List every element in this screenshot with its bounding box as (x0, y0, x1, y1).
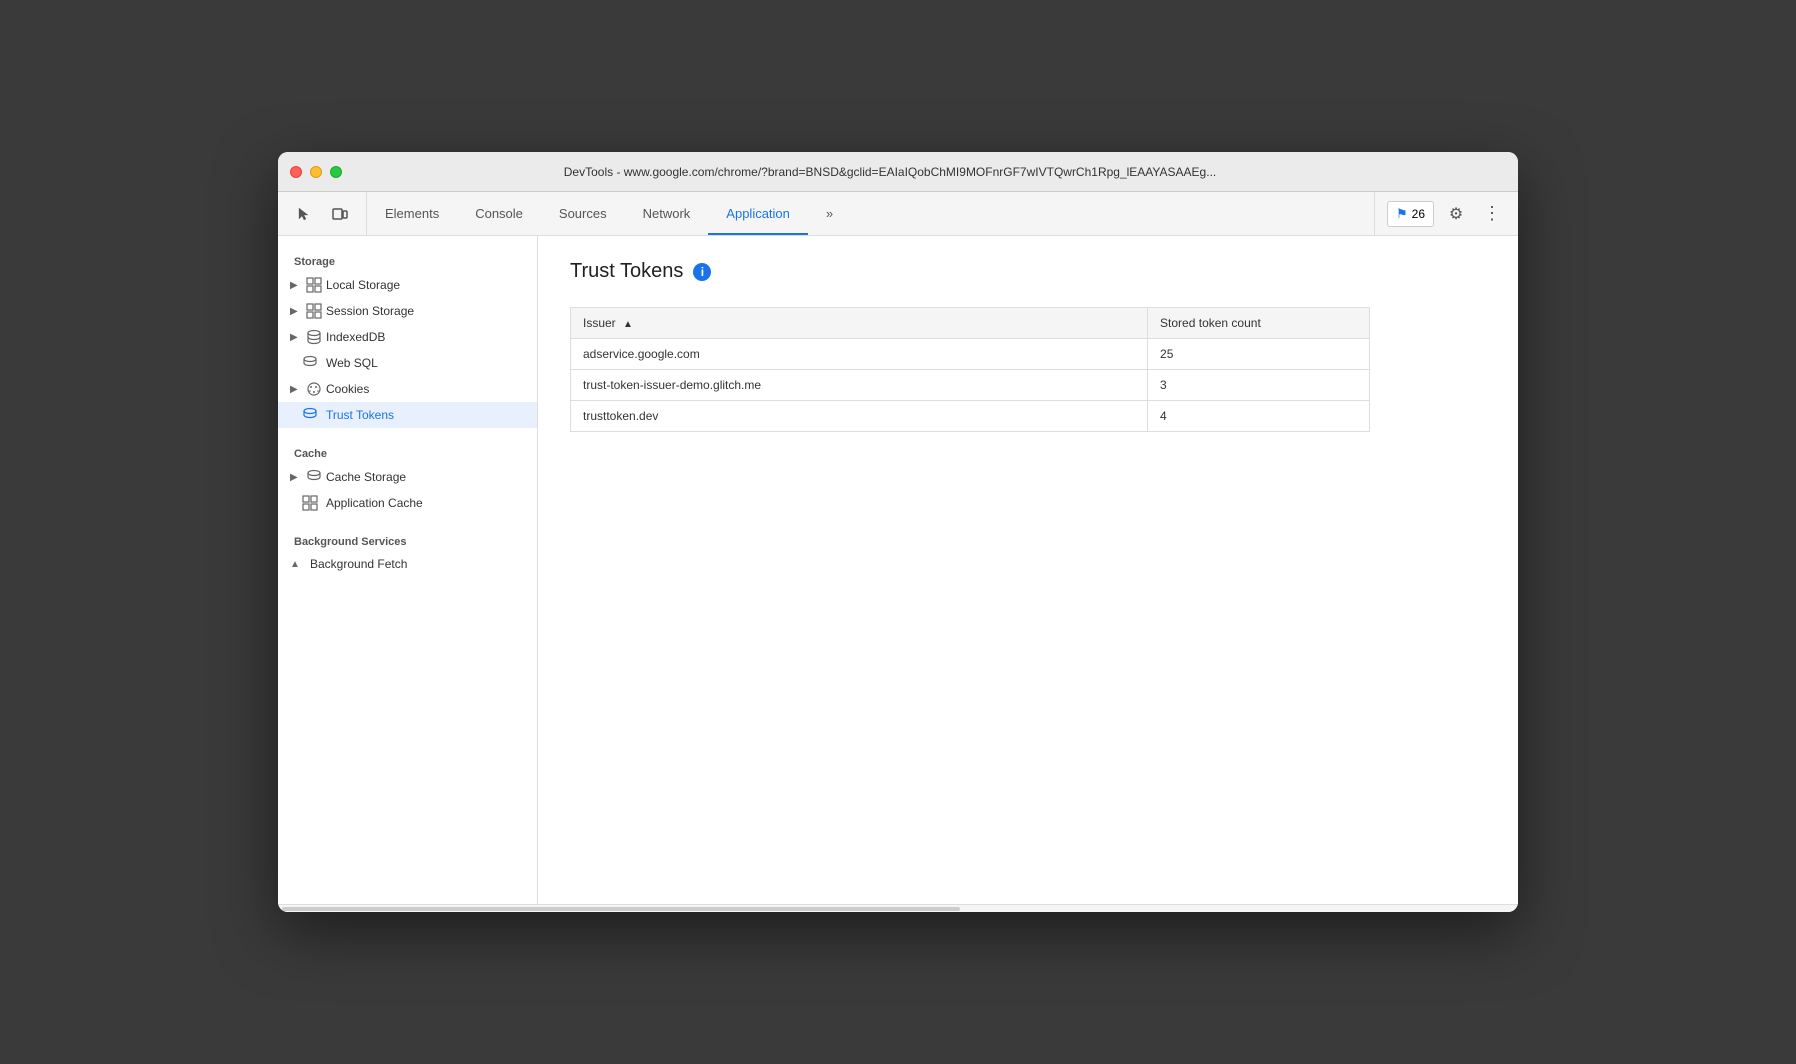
sidebar-item-cache-storage[interactable]: ▶ Cache Storage (278, 464, 537, 490)
indexeddb-label: IndexedDB (326, 330, 385, 344)
cache-section-label: Cache (278, 440, 537, 464)
indexeddb-icon (306, 329, 322, 345)
chevron-up-icon: ▲ (290, 559, 302, 570)
table-row: trust-token-issuer-demo.glitch.me 3 (571, 370, 1370, 401)
settings-button[interactable]: ⚙ (1442, 200, 1470, 228)
chevron-right-icon: ▶ (290, 472, 302, 483)
devtools-window: DevTools - www.google.com/chrome/?brand=… (278, 152, 1518, 912)
trust-tokens-label: Trust Tokens (326, 408, 394, 422)
background-section-label: Background Services (278, 528, 537, 552)
more-options-button[interactable]: ⋮ (1478, 200, 1506, 228)
info-icon[interactable]: i (693, 263, 711, 281)
issuer-cell: trusttoken.dev (571, 401, 1148, 432)
cache-storage-icon (306, 469, 322, 485)
page-title-row: Trust Tokens i (570, 260, 1486, 283)
sidebar-item-trust-tokens[interactable]: Trust Tokens (278, 402, 537, 428)
trust-tokens-tbody: adservice.google.com 25 trust-token-issu… (571, 339, 1370, 432)
count-cell: 3 (1148, 370, 1370, 401)
issues-badge[interactable]: ⚑ 26 (1387, 201, 1434, 227)
issues-icon: ⚑ (1396, 206, 1408, 222)
device-icon[interactable] (326, 200, 354, 228)
toolbar-icons (278, 192, 367, 235)
col-header-count[interactable]: Stored token count (1148, 308, 1370, 339)
application-cache-icon (302, 495, 318, 511)
cache-storage-label: Cache Storage (326, 470, 406, 484)
session-storage-icon (306, 303, 322, 319)
tab-application[interactable]: Application (708, 192, 808, 235)
page-title: Trust Tokens (570, 260, 683, 283)
sidebar-item-session-storage[interactable]: ▶ Session Storage (278, 298, 537, 324)
web-sql-label: Web SQL (326, 356, 378, 370)
window-title: DevTools - www.google.com/chrome/?brand=… (278, 165, 1506, 179)
cursor-icon[interactable] (290, 200, 318, 228)
issuer-cell: adservice.google.com (571, 339, 1148, 370)
session-storage-label: Session Storage (326, 304, 414, 318)
sidebar-item-cookies[interactable]: ▶ Cookies (278, 376, 537, 402)
count-cell: 4 (1148, 401, 1370, 432)
more-tabs-button[interactable]: » (808, 192, 851, 235)
cookies-icon (306, 381, 322, 397)
toolbar-right: ⚑ 26 ⚙ ⋮ (1374, 192, 1518, 235)
col-header-issuer[interactable]: Issuer ▲ (571, 308, 1148, 339)
local-storage-icon (306, 277, 322, 293)
table-row: trusttoken.dev 4 (571, 401, 1370, 432)
websql-icon (302, 355, 318, 371)
sort-asc-icon: ▲ (623, 319, 633, 330)
main-panel: Trust Tokens i Issuer ▲ Stored token cou… (538, 236, 1518, 904)
storage-section-label: Storage (278, 248, 537, 272)
devtools-toolbar: Elements Console Sources Network Applica… (278, 192, 1518, 236)
issues-count: 26 (1412, 207, 1425, 221)
sidebar-scrollbar (278, 904, 1518, 912)
count-cell: 25 (1148, 339, 1370, 370)
chevron-right-icon: ▶ (290, 306, 302, 317)
sidebar-item-background-fetch[interactable]: ▲ Background Fetch (278, 552, 537, 576)
tab-bar: Elements Console Sources Network Applica… (367, 192, 1374, 235)
settings-icon: ⚙ (1449, 204, 1463, 224)
tab-sources[interactable]: Sources (541, 192, 625, 235)
devtools-body: Storage ▶ Local Storage ▶ (278, 236, 1518, 904)
chevron-right-icon: ▶ (290, 280, 302, 291)
tab-elements[interactable]: Elements (367, 192, 457, 235)
cookies-label: Cookies (326, 382, 369, 396)
more-icon: ⋮ (1483, 203, 1501, 224)
issuer-cell: trust-token-issuer-demo.glitch.me (571, 370, 1148, 401)
trust-tokens-icon (302, 407, 318, 423)
tab-console[interactable]: Console (457, 192, 541, 235)
sidebar-item-local-storage[interactable]: ▶ Local Storage (278, 272, 537, 298)
sidebar: Storage ▶ Local Storage ▶ (278, 236, 538, 904)
sidebar-item-indexeddb[interactable]: ▶ IndexedDB (278, 324, 537, 350)
sidebar-item-application-cache[interactable]: Application Cache (278, 490, 537, 516)
chevron-right-icon: ▶ (290, 332, 302, 343)
local-storage-label: Local Storage (326, 278, 400, 292)
sidebar-item-web-sql[interactable]: Web SQL (278, 350, 537, 376)
application-cache-label: Application Cache (326, 496, 423, 510)
trust-tokens-table: Issuer ▲ Stored token count adservice.go… (570, 307, 1370, 432)
titlebar: DevTools - www.google.com/chrome/?brand=… (278, 152, 1518, 192)
chevron-right-icon: ▶ (290, 384, 302, 395)
background-fetch-label: Background Fetch (310, 557, 407, 571)
sidebar-scrollbar-thumb[interactable] (282, 907, 960, 911)
table-row: adservice.google.com 25 (571, 339, 1370, 370)
tab-network[interactable]: Network (625, 192, 709, 235)
